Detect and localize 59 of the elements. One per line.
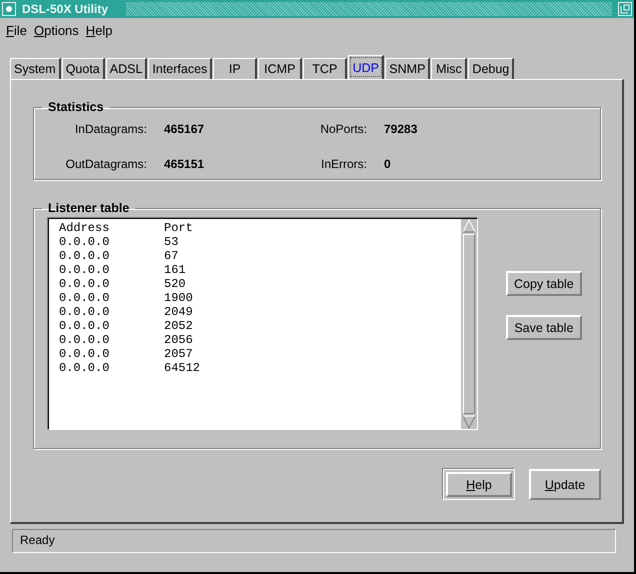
field-value: 465151 <box>164 157 206 171</box>
dialog-button[interactable]: Update <box>529 469 601 500</box>
status-text: Ready <box>20 533 55 547</box>
table-cell-text: 0.0.0.0 <box>59 333 110 347</box>
field-value: 465167 <box>164 122 206 136</box>
table-cell-text: 0.0.0.0 <box>59 319 110 333</box>
field-value: 79283 <box>384 122 418 136</box>
table-cell: 2056 <box>164 333 193 347</box>
tab[interactable]: UDP <box>348 55 384 79</box>
group-title: Listener table <box>47 201 130 215</box>
listener-list[interactable]: Address Port 0.0.0.0 53 0.0.0.0 67 0.0.0.0 161 0.0.0.0 520 0.0.0.0 1900 0.0.0.0 2049 0.0.0.0 2052 0.0.0.0 2056 0.0.0.0 2057 0.0.0.0 64512 <box>48 218 478 430</box>
menu-item[interactable]: Options <box>34 23 79 42</box>
tab[interactable]: ICMP <box>258 58 302 79</box>
field-value: 0 <box>384 157 392 171</box>
tab[interactable]: SNMP <box>385 58 430 79</box>
table-cell-text: 0.0.0.0 <box>59 291 110 305</box>
table-cell-text: 0.0.0.0 <box>59 277 110 291</box>
table-cell: 64512 <box>164 361 200 375</box>
table-action-button[interactable]: Save table <box>506 315 582 340</box>
table-cell-text: 0.0.0.0 <box>59 347 110 361</box>
table-cell: 161 <box>164 263 186 277</box>
dialog-button[interactable]: Help <box>446 472 512 497</box>
scrollbar[interactable] <box>461 219 477 429</box>
table-cell: 53 <box>164 235 178 249</box>
column-header: Address <box>59 221 110 235</box>
scroll-up-icon[interactable] <box>462 219 476 233</box>
scroll-thumb[interactable] <box>463 234 475 414</box>
tab[interactable]: Quota <box>62 58 105 79</box>
tab[interactable]: IP <box>213 58 258 79</box>
table-cell-text: 0.0.0.0 <box>59 361 110 375</box>
tab[interactable]: Debug <box>468 58 514 79</box>
table-cell: 2057 <box>164 347 193 361</box>
table-cell: 2049 <box>164 305 193 319</box>
tab[interactable]: Interfaces <box>148 58 212 79</box>
field-label: OutDatagrams: <box>64 157 148 171</box>
scroll-down-icon[interactable] <box>462 415 476 429</box>
tab[interactable]: Misc <box>431 58 468 79</box>
table-cell: 520 <box>164 277 186 291</box>
column-header: Port <box>164 221 193 235</box>
field-label: InErrors: <box>320 157 368 171</box>
menu-item[interactable]: Help <box>86 23 113 42</box>
table-cell-text: 0.0.0.0 <box>59 235 110 249</box>
table-cell-text: 0.0.0.0 <box>59 249 110 263</box>
tab[interactable]: TCP <box>303 58 348 79</box>
window-menu-icon[interactable] <box>2 2 16 16</box>
tab[interactable]: ADSL <box>106 58 148 79</box>
table-cell: 1900 <box>164 291 193 305</box>
table-cell: 67 <box>164 249 178 263</box>
table-cell-text: 0.0.0.0 <box>59 305 110 319</box>
maximize-icon[interactable] <box>618 2 632 16</box>
table-cell: 2052 <box>164 319 193 333</box>
menu-item[interactable]: File <box>6 23 27 42</box>
window-title: DSL-50X Utility <box>22 2 108 16</box>
group-title: Statistics <box>47 100 105 114</box>
field-label: InDatagrams: <box>74 122 148 136</box>
table-action-button[interactable]: Copy table <box>506 271 582 296</box>
field-label: NoPorts: <box>319 122 368 136</box>
tab[interactable]: System <box>10 58 61 79</box>
table-cell-text: 0.0.0.0 <box>59 263 110 277</box>
